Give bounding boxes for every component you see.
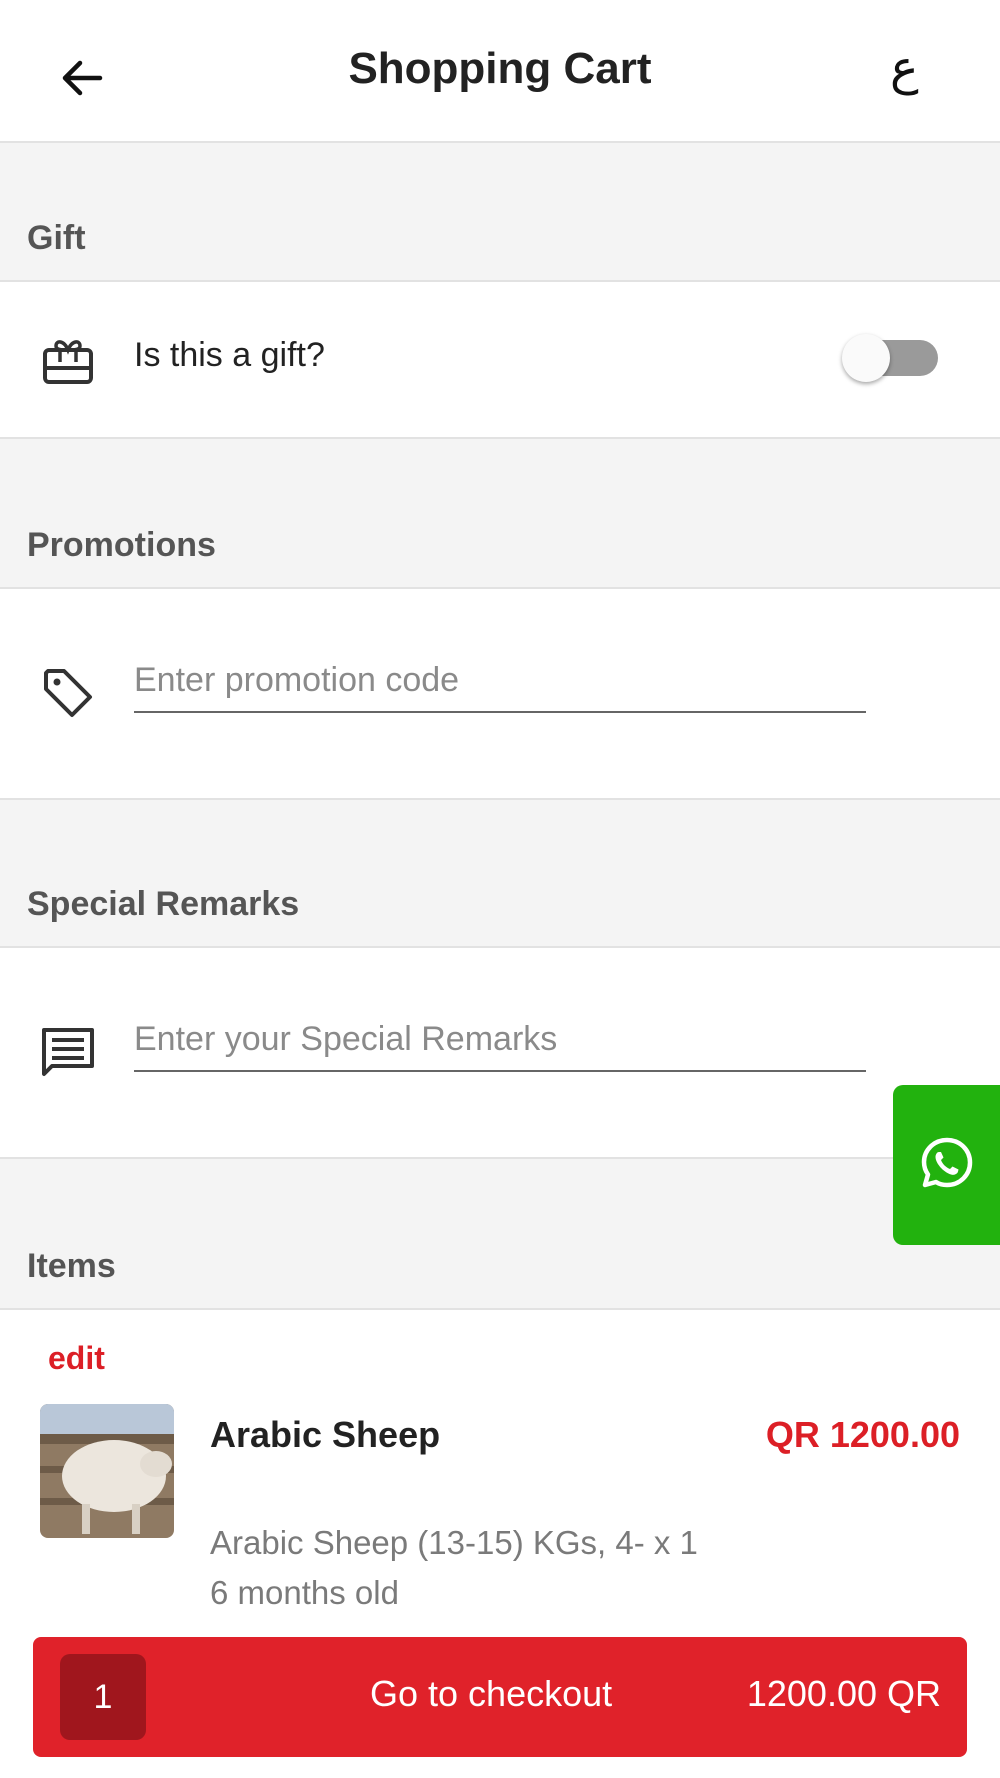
remarks-section-header: Special Remarks [0, 800, 1000, 948]
edit-link[interactable]: edit [48, 1340, 105, 1377]
page-title: Shopping Cart [348, 44, 652, 93]
product-age: 6 months old [210, 1574, 399, 1611]
app-bar: Shopping Cart ع [0, 0, 1000, 143]
product-name: Arabic Sheep [210, 1414, 441, 1455]
cart-quantity-badge: 1 [60, 1654, 146, 1740]
product-variant: Arabic Sheep (13-15) KGs, 4- x 1 [210, 1524, 698, 1561]
toggle-knob [842, 334, 890, 382]
product-thumbnail [40, 1404, 174, 1538]
checkout-label: Go to checkout [370, 1673, 613, 1714]
product-price: QR 1200.00 [765, 1414, 960, 1455]
special-remarks-input[interactable] [134, 1008, 866, 1072]
language-toggle[interactable]: ع [890, 40, 919, 96]
product-description: Arabic Sheep (13-15) KGs, 4- x 1 6 month… [210, 1518, 770, 1618]
checkout-total: 1200.00 QR [746, 1673, 941, 1714]
whatsapp-icon [921, 1137, 973, 1188]
gift-toggle[interactable] [842, 334, 940, 382]
remarks-row [0, 948, 1000, 1159]
gift-row[interactable]: Is this a gift? [0, 282, 1000, 439]
tag-icon [44, 669, 92, 717]
gift-section-header: Gift [0, 143, 1000, 282]
remarks-section-title: Special Remarks [27, 885, 300, 923]
items-section-header: Items [0, 1159, 1000, 1310]
promotion-code-input[interactable] [134, 649, 866, 713]
gift-card-icon [43, 340, 93, 384]
promotions-section-title: Promotions [27, 526, 216, 564]
promotion-row [0, 589, 1000, 800]
items-section-title: Items [27, 1247, 116, 1285]
comment-icon [42, 1028, 94, 1076]
whatsapp-button[interactable] [893, 1085, 1000, 1245]
screen: Shopping Cart ع Gift Is this a gift? Pro… [0, 0, 1000, 1778]
gift-label: Is this a gift? [134, 336, 325, 374]
checkout-button[interactable]: 1 Go to checkout 1200.00 QR [33, 1637, 967, 1757]
gift-section-title: Gift [27, 219, 86, 257]
cart-items: edit Arabic Sheep QR 1200.00 Arabic Shee… [0, 1310, 1000, 1630]
promotions-section-header: Promotions [0, 439, 1000, 589]
